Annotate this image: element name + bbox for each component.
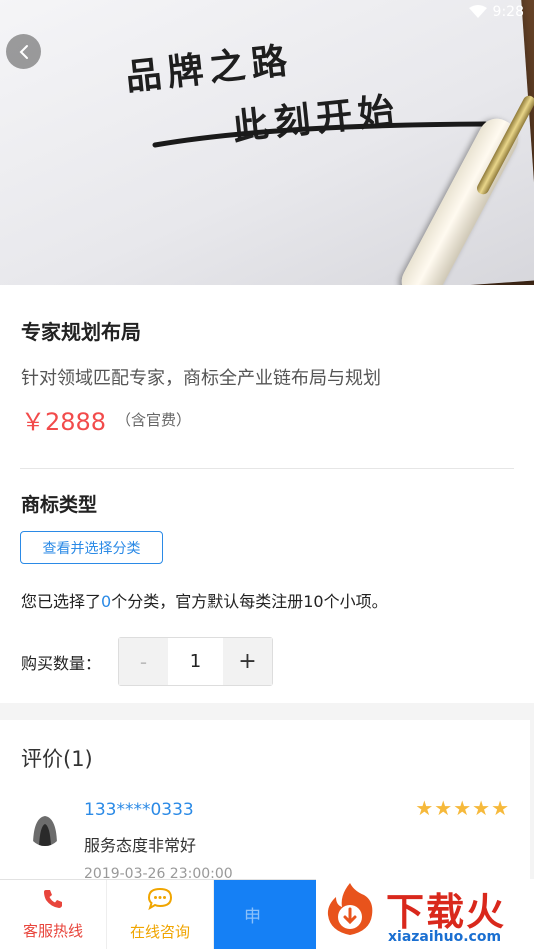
status-time: 9:28 [492, 4, 524, 20]
price-note: （含官费） [116, 411, 192, 429]
review-text: 服务态度非常好 [84, 836, 197, 855]
hotline-label: 客服热线 [22, 922, 83, 940]
product-title: 专家规划布局 [21, 320, 141, 344]
avatar [28, 812, 62, 846]
hero-banner: 品牌之路 此刻开始 9:28 [0, 0, 534, 285]
quantity-stepper: - 1 + [118, 637, 273, 686]
selected-prefix: 您已选择了 [21, 592, 102, 611]
hotline-tab[interactable]: 客服热线 [0, 880, 107, 949]
fire-logo-icon [327, 883, 373, 935]
quantity-plus-button[interactable]: + [223, 638, 272, 685]
selected-suffix: 个分类，官方默认每类注册10个小项。 [111, 592, 388, 611]
trademark-type-title: 商标类型 [21, 494, 98, 516]
status-bar: 9:28 [468, 4, 524, 20]
quantity-value[interactable]: 1 [168, 638, 223, 685]
select-category-button[interactable]: 查看并选择分类 [20, 531, 163, 564]
product-price: ￥2888 [21, 408, 107, 436]
quantity-minus-button[interactable]: - [119, 638, 168, 685]
quantity-label: 购买数量： [21, 654, 102, 673]
divider [20, 468, 514, 469]
consult-tab[interactable]: 在线咨询 [107, 880, 214, 949]
hero-underline [152, 121, 488, 148]
selected-category-info: 您已选择了0个分类，官方默认每类注册10个小项。 [21, 588, 388, 612]
product-description: 针对领域匹配专家，商标全产业链布局与规划 [21, 368, 381, 389]
watermark: 下载火 xiazaihuo.com [316, 879, 534, 949]
product-card: 专家规划布局 针对领域匹配专家，商标全产业链布局与规划 ￥2888 （含官费） … [0, 285, 534, 703]
review-stars: ★★★★★ [415, 796, 510, 820]
watermark-brand: 下载火 [386, 890, 507, 934]
chat-icon [147, 887, 173, 911]
watermark-url: xiazaihuo.com [388, 929, 502, 945]
buy-label: 申 [244, 907, 261, 927]
wifi-icon [468, 5, 487, 18]
back-button[interactable] [6, 34, 41, 69]
phone-icon [44, 890, 62, 908]
user-avatar-icon [28, 812, 62, 846]
review-username: 133****0333 [84, 800, 194, 820]
selected-count: 0 [101, 592, 112, 611]
reviews-title: 评价(1) [21, 747, 93, 771]
consult-label: 在线咨询 [129, 923, 190, 941]
reviews-card: 评价(1) 133****0333 ★★★★★ 服务态度非常好 2019-03-… [0, 720, 530, 882]
chevron-left-icon [19, 44, 28, 59]
